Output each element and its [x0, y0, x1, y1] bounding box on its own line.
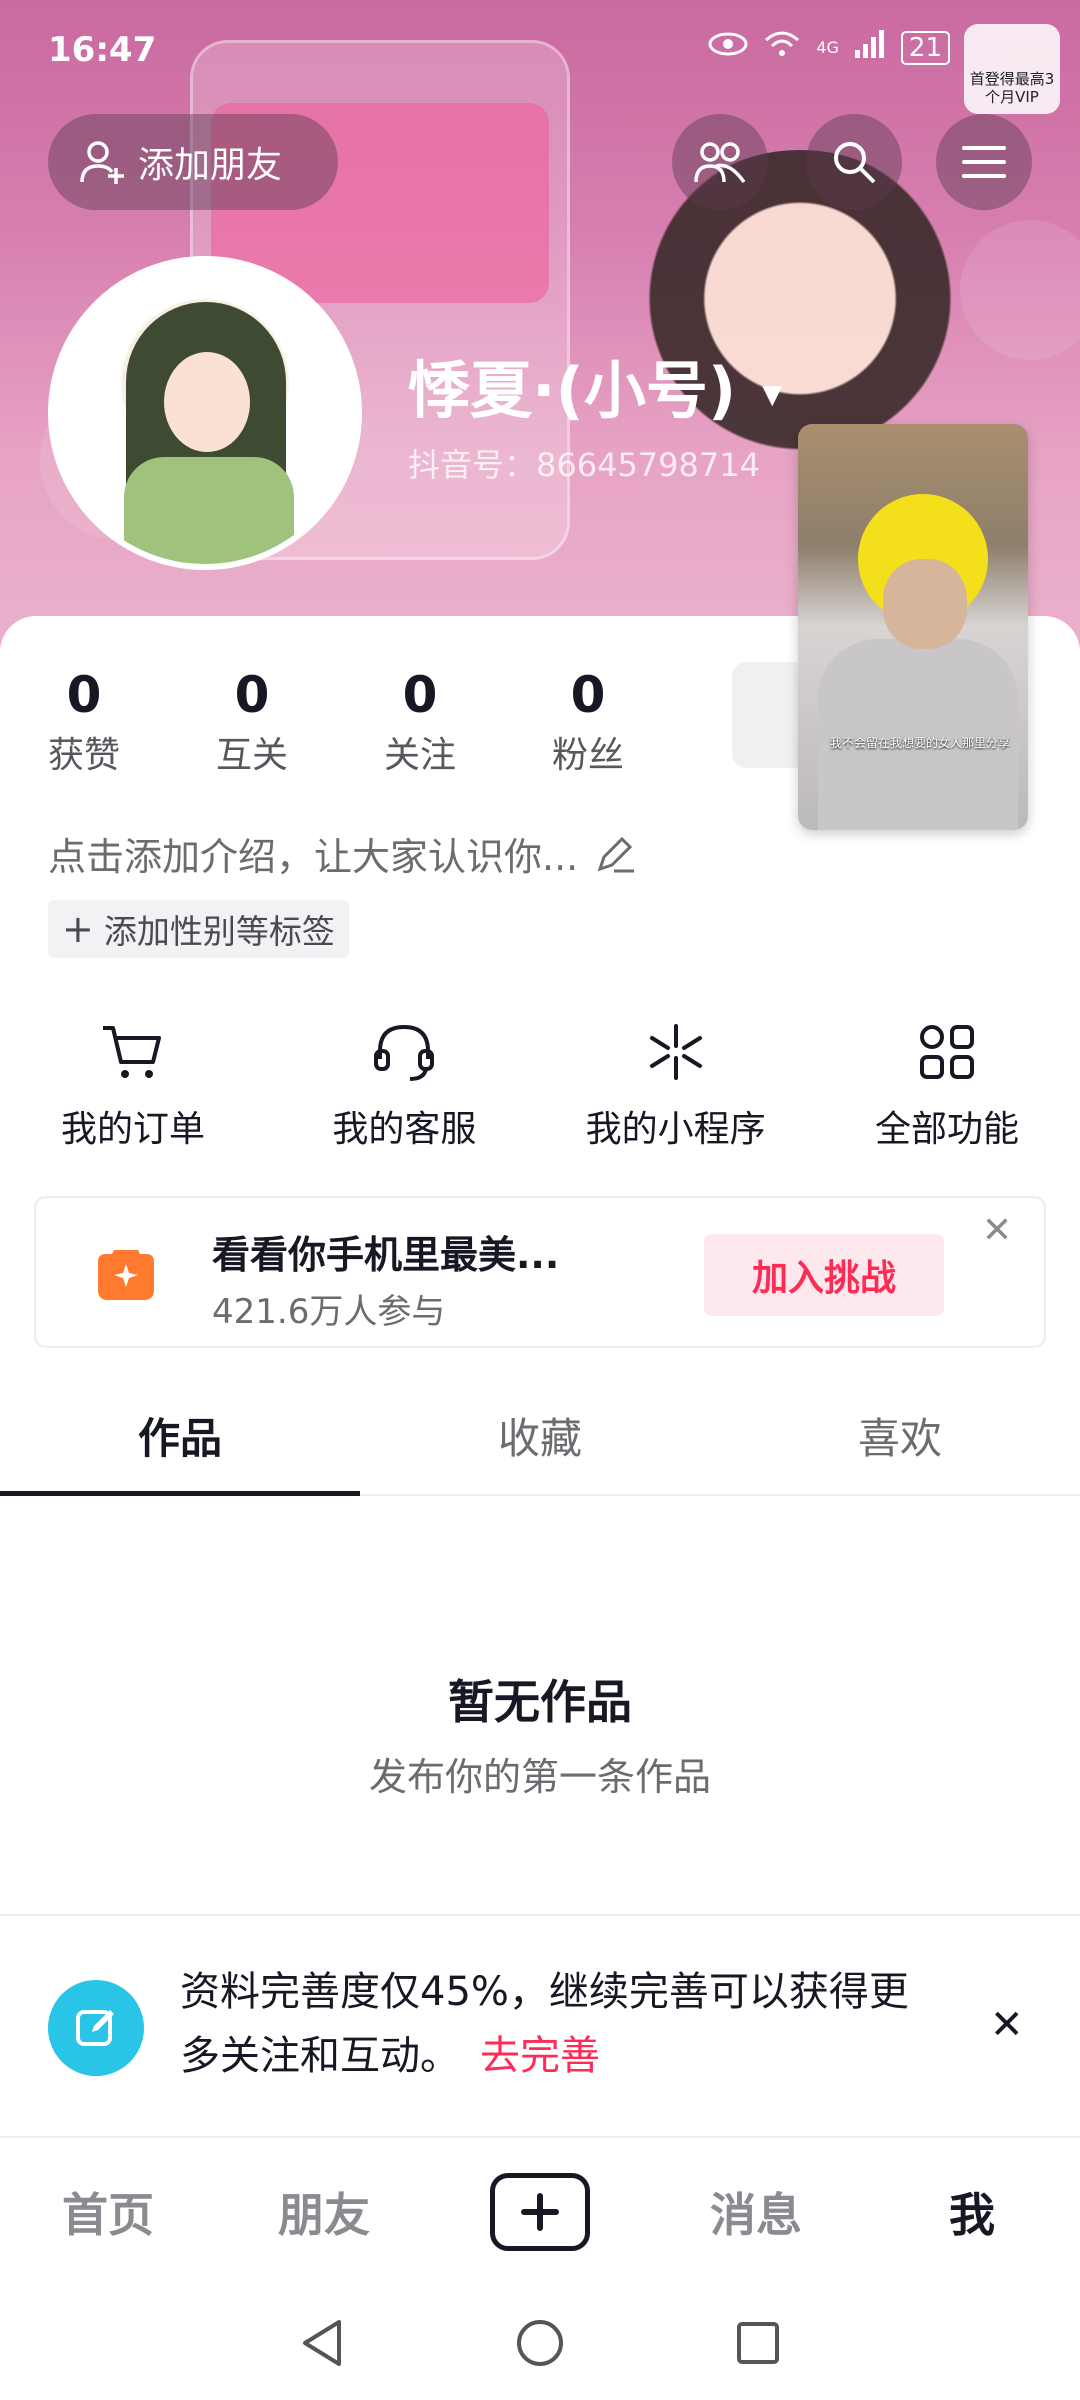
signal-icon	[854, 30, 885, 65]
tab-works[interactable]: 作品	[0, 1376, 360, 1496]
vip-promo-badge[interactable]: 首登得最高3个月VIP	[964, 24, 1060, 114]
empty-state-title: 暂无作品	[448, 1675, 632, 1729]
bio-placeholder: 点击添加介绍，让大家认识你...	[48, 835, 579, 879]
stat-value: 0	[234, 666, 270, 724]
edit-profile-icon	[48, 1980, 144, 2076]
hamburger-icon	[962, 146, 1006, 178]
nickname-text: 悸夏·(小号)	[408, 354, 737, 427]
status-time: 16:47	[48, 30, 157, 70]
status-bar: 16:47 4G 21 首登得最高3个月VIP	[0, 0, 1080, 114]
pencil-icon	[597, 836, 635, 872]
home-icon[interactable]	[515, 2318, 565, 2368]
headset-icon	[374, 1024, 435, 1081]
nav-friends[interactable]: 朋友	[216, 2179, 432, 2245]
mini-program-icon	[649, 1024, 702, 1080]
stat-followers[interactable]: 0 粉丝	[504, 666, 672, 778]
network-type: 4G	[816, 38, 839, 57]
stat-following[interactable]: 0 关注	[336, 666, 504, 778]
quick-action-all-features[interactable]: 全部功能	[842, 1016, 1052, 1152]
stat-label: 互关	[215, 735, 288, 776]
recents-icon[interactable]	[735, 2320, 781, 2366]
people-icon	[694, 142, 746, 184]
content-tabs: 作品 收藏 喜欢	[0, 1376, 1080, 1496]
wifi-icon	[764, 30, 800, 65]
cart-icon	[103, 1026, 161, 1078]
nickname[interactable]: 悸夏·(小号) ▼	[408, 340, 782, 430]
quick-action-orders[interactable]: 我的订单	[28, 1016, 238, 1152]
stat-likes[interactable]: 0 获赞	[0, 666, 168, 778]
quick-actions: 我的订单 我的客服 我的小程序 全部功能	[0, 1016, 1080, 1152]
join-challenge-button[interactable]: 加入挑战	[704, 1234, 944, 1316]
status-icons: 4G 21	[708, 30, 950, 65]
quick-action-mini-programs[interactable]: 我的小程序	[571, 1016, 781, 1152]
stats-row: 0 获赞 0 互关 0 关注 0 粉丝	[0, 666, 672, 778]
battery-icon: 21	[900, 30, 950, 65]
nav-messages[interactable]: 消息	[648, 2179, 864, 2245]
avatar-body-graphic	[124, 457, 294, 564]
stat-mutual[interactable]: 0 互关	[168, 666, 336, 778]
add-user-icon	[80, 141, 124, 184]
quick-action-label: 我的订单	[60, 1109, 205, 1150]
video-caption: 我不会留在我想要的女人那里分享	[830, 736, 1011, 750]
stat-label: 获赞	[47, 735, 120, 776]
stat-label: 关注	[383, 735, 456, 776]
douyin-id[interactable]: 抖音号：86645798714	[408, 440, 760, 486]
add-friend-label: 添加朋友	[138, 145, 283, 186]
nav-home[interactable]: 首页	[0, 2179, 216, 2245]
add-tag-label: 添加性别等标签	[103, 912, 335, 951]
close-icon[interactable]: ✕	[982, 1210, 1012, 1251]
create-plus-icon	[490, 2173, 590, 2251]
plus-icon: +	[62, 907, 94, 951]
bottom-nav: 首页 朋友 消息 我	[0, 2136, 1080, 2286]
profile-content: 0 获赞 0 互关 0 关注 0 粉丝 点击添加介绍，让大家认识你... + 添…	[0, 616, 1080, 2136]
search-button[interactable]	[806, 114, 902, 210]
avatar[interactable]	[48, 256, 362, 570]
quick-action-service[interactable]: 我的客服	[299, 1016, 509, 1152]
stat-value: 0	[402, 666, 438, 724]
nav-create[interactable]	[432, 2173, 648, 2251]
promo-participants: 421.6万人参与	[212, 1292, 446, 1332]
add-tag-button[interactable]: + 添加性别等标签	[48, 900, 349, 958]
bio[interactable]: 点击添加介绍，让大家认识你...	[48, 826, 636, 881]
avatar-face-graphic	[164, 352, 250, 452]
empty-state-subtitle: 发布你的第一条作品	[368, 1755, 711, 1799]
floating-video-preview[interactable]: 我不会留在我想要的女人那里分享	[798, 424, 1028, 830]
search-icon	[834, 142, 876, 184]
profile-completion-tip[interactable]: 资料完善度仅45%，继续完善可以获得更多关注和互动。 去完善 ✕	[0, 1914, 1080, 2136]
stat-label: 粉丝	[551, 735, 624, 776]
promo-title: 看看你手机里最美...	[212, 1233, 560, 1277]
stat-value: 0	[570, 666, 606, 724]
account-switch-caret-icon[interactable]: ▼	[762, 380, 782, 410]
quick-action-label: 我的小程序	[585, 1109, 766, 1150]
system-nav-bar	[0, 2286, 1080, 2400]
eye-icon	[708, 31, 748, 64]
completion-text: 资料完善度仅45%，继续完善可以获得更多关注和互动。 去完善	[180, 1960, 940, 2088]
friends-button[interactable]	[672, 114, 768, 210]
banner-decoration	[960, 220, 1080, 360]
challenge-icon	[98, 1250, 154, 1300]
nav-me[interactable]: 我	[864, 2179, 1080, 2245]
video-person-face-graphic	[883, 559, 967, 649]
complete-profile-link[interactable]: 去完善	[480, 2033, 600, 2079]
quick-action-label: 全部功能	[874, 1109, 1019, 1150]
stat-value: 0	[66, 666, 102, 724]
grid-icon	[919, 1025, 974, 1079]
challenge-promo-card[interactable]: 看看你手机里最美... 421.6万人参与 加入挑战 ✕	[34, 1196, 1046, 1348]
close-icon[interactable]: ✕	[990, 2002, 1024, 2048]
back-icon[interactable]	[299, 2318, 345, 2368]
tab-favorites[interactable]: 收藏	[360, 1376, 720, 1494]
tab-likes[interactable]: 喜欢	[720, 1376, 1080, 1494]
menu-button[interactable]	[936, 114, 1032, 210]
quick-action-label: 我的客服	[332, 1109, 477, 1150]
add-friend-button[interactable]: 添加朋友	[48, 114, 338, 210]
